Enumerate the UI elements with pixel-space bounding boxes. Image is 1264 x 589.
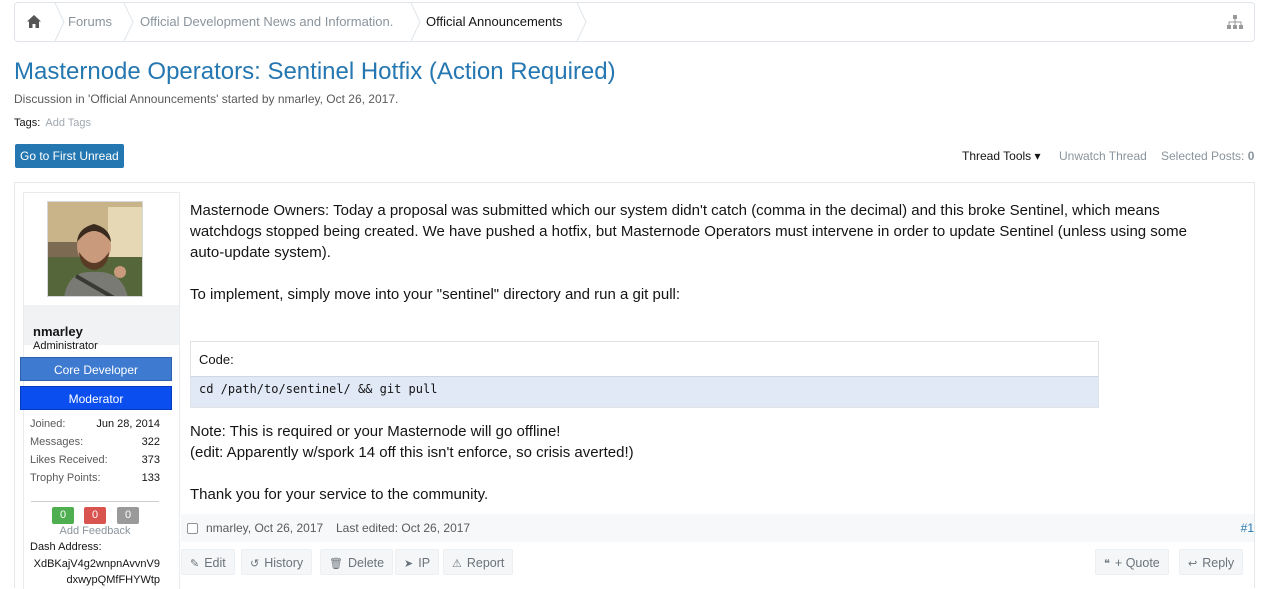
delete-button[interactable]: 🗑 Delete [320, 549, 394, 575]
add-feedback-link[interactable]: Add Feedback [24, 525, 166, 537]
alert-icon: ⚠ [452, 558, 462, 570]
stat-likes: Likes Received: 373 [30, 451, 160, 469]
post-permalink[interactable]: #1 [1241, 514, 1254, 542]
reply-button[interactable]: ↩ Reply [1179, 549, 1244, 575]
stat-joined: Joined: Jun 28, 2014 [30, 415, 160, 433]
breadcrumb: Forums Official Development News and Inf… [14, 2, 1255, 42]
selected-posts-count: 0 [1247, 149, 1255, 163]
history-label: History [264, 556, 304, 570]
post-last-edited: Last edited: Oct 26, 2017 [336, 521, 471, 535]
post: nmarley Administrator Core Developer Mod… [14, 182, 1255, 589]
negative-feedback-count[interactable]: 0 [84, 507, 106, 524]
message-paragraph: Masternode Owners: Today a proposal was … [190, 202, 1187, 261]
post-author-date[interactable]: nmarley, Oct 26, 2017 [206, 514, 323, 542]
positive-feedback-count[interactable]: 0 [52, 507, 74, 524]
stat-trophy-points: Trophy Points: 133 [30, 469, 160, 487]
user-title: Administrator [33, 340, 98, 352]
dash-address-label: Dash Address: [30, 541, 102, 553]
stat-label: Trophy Points: [30, 472, 101, 484]
stat-value[interactable]: 133 [142, 469, 160, 487]
thread-tools-menu[interactable]: Thread Tools ▾ [962, 149, 1041, 163]
ip-label: IP [418, 556, 431, 570]
stat-label: Likes Received: [30, 454, 108, 466]
tags-row: Tags: Add Tags [14, 117, 91, 129]
edit-button[interactable]: ✎ Edit [181, 549, 235, 575]
code-block: Code: cd /path/to/sentinel/ && git pull [190, 341, 1099, 408]
code-content[interactable]: cd /path/to/sentinel/ && git pull [191, 376, 1098, 407]
stat-messages: Messages: 322 [30, 433, 160, 451]
user-stats: Joined: Jun 28, 2014 Messages: 322 Likes… [30, 415, 160, 487]
avatar[interactable] [47, 201, 143, 297]
trash-icon: 🗑 [329, 558, 343, 570]
go-to-first-unread-button[interactable]: Go to First Unread [15, 144, 124, 168]
quote-button[interactable]: ❝ + Quote [1095, 549, 1169, 575]
sitemap-icon[interactable] [1227, 15, 1243, 34]
stat-value[interactable]: 322 [142, 433, 160, 451]
neutral-feedback-count[interactable]: 0 [117, 507, 139, 524]
report-label: Report [466, 556, 505, 570]
breadcrumb-separator [576, 3, 588, 41]
dash-address: XdBKajV4g2wnpnAvvnV9 dxwypQMfFHYWtp [30, 556, 160, 588]
dash-address-line: dxwypQMfFHYWtp [66, 574, 160, 586]
breadcrumb-separator [410, 3, 422, 41]
quote-label: + Quote [1114, 556, 1160, 570]
selected-posts[interactable]: Selected Posts: 0 [1161, 149, 1254, 163]
quote-icon: ❝ [1104, 558, 1110, 570]
thread-title: Masternode Operators: Sentinel Hotfix (A… [14, 58, 616, 85]
message-note: Note: This is required or your Masternod… [190, 423, 561, 440]
select-post-checkbox[interactable] [187, 523, 198, 534]
message-note: (edit: Apparently w/spork 14 off this is… [190, 444, 634, 461]
history-icon: ↺ [250, 558, 260, 570]
unwatch-thread-link[interactable]: Unwatch Thread [1059, 149, 1147, 163]
add-tags-link[interactable]: Add Tags [45, 117, 91, 129]
edit-label: Edit [204, 556, 226, 570]
pencil-icon: ✎ [190, 558, 200, 570]
message-thanks: Thank you for your service to the commun… [190, 486, 489, 503]
thread-meta: Discussion in 'Official Announcements' s… [14, 92, 399, 106]
history-button[interactable]: ↺ History [241, 549, 313, 575]
dash-address-line: XdBKajV4g2wnpnAvvnV9 [33, 558, 160, 570]
core-developer-banner: Core Developer [20, 357, 172, 381]
message-paragraph: To implement, simply move into your "sen… [190, 286, 681, 303]
ip-button[interactable]: ➤ IP [395, 549, 440, 575]
code-label: Code: [199, 352, 234, 367]
moderator-banner: Moderator [20, 386, 172, 410]
report-button[interactable]: ⚠ Report [443, 549, 514, 575]
reply-icon: ↩ [1188, 558, 1198, 570]
stat-label: Joined: [30, 418, 66, 430]
delete-label: Delete [347, 556, 385, 570]
breadcrumb-official-announcements[interactable]: Official Announcements [426, 3, 562, 41]
username[interactable]: nmarley [33, 324, 83, 339]
tags-label: Tags: [14, 117, 41, 129]
reply-label: Reply [1202, 556, 1235, 570]
selected-posts-label: Selected Posts: [1161, 149, 1245, 163]
breadcrumb-separator [54, 3, 66, 41]
caret-down-icon: ▾ [1034, 149, 1041, 163]
breadcrumb-forums[interactable]: Forums [68, 3, 112, 41]
feedback-divider [31, 501, 159, 502]
breadcrumb-separator [123, 3, 135, 41]
stat-label: Messages: [30, 436, 84, 448]
home-icon[interactable] [26, 14, 42, 34]
thread-tools-label: Thread Tools [962, 149, 1032, 163]
post-meta-bar: nmarley, Oct 26, 2017 Last edited: Oct 2… [181, 514, 1254, 542]
stat-value: Jun 28, 2014 [96, 418, 160, 430]
user-panel: nmarley Administrator Core Developer Mod… [20, 192, 180, 589]
breadcrumb-dev-news[interactable]: Official Development News and Informatio… [140, 3, 393, 41]
send-icon: ➤ [404, 558, 414, 570]
stat-value: 373 [141, 454, 160, 466]
